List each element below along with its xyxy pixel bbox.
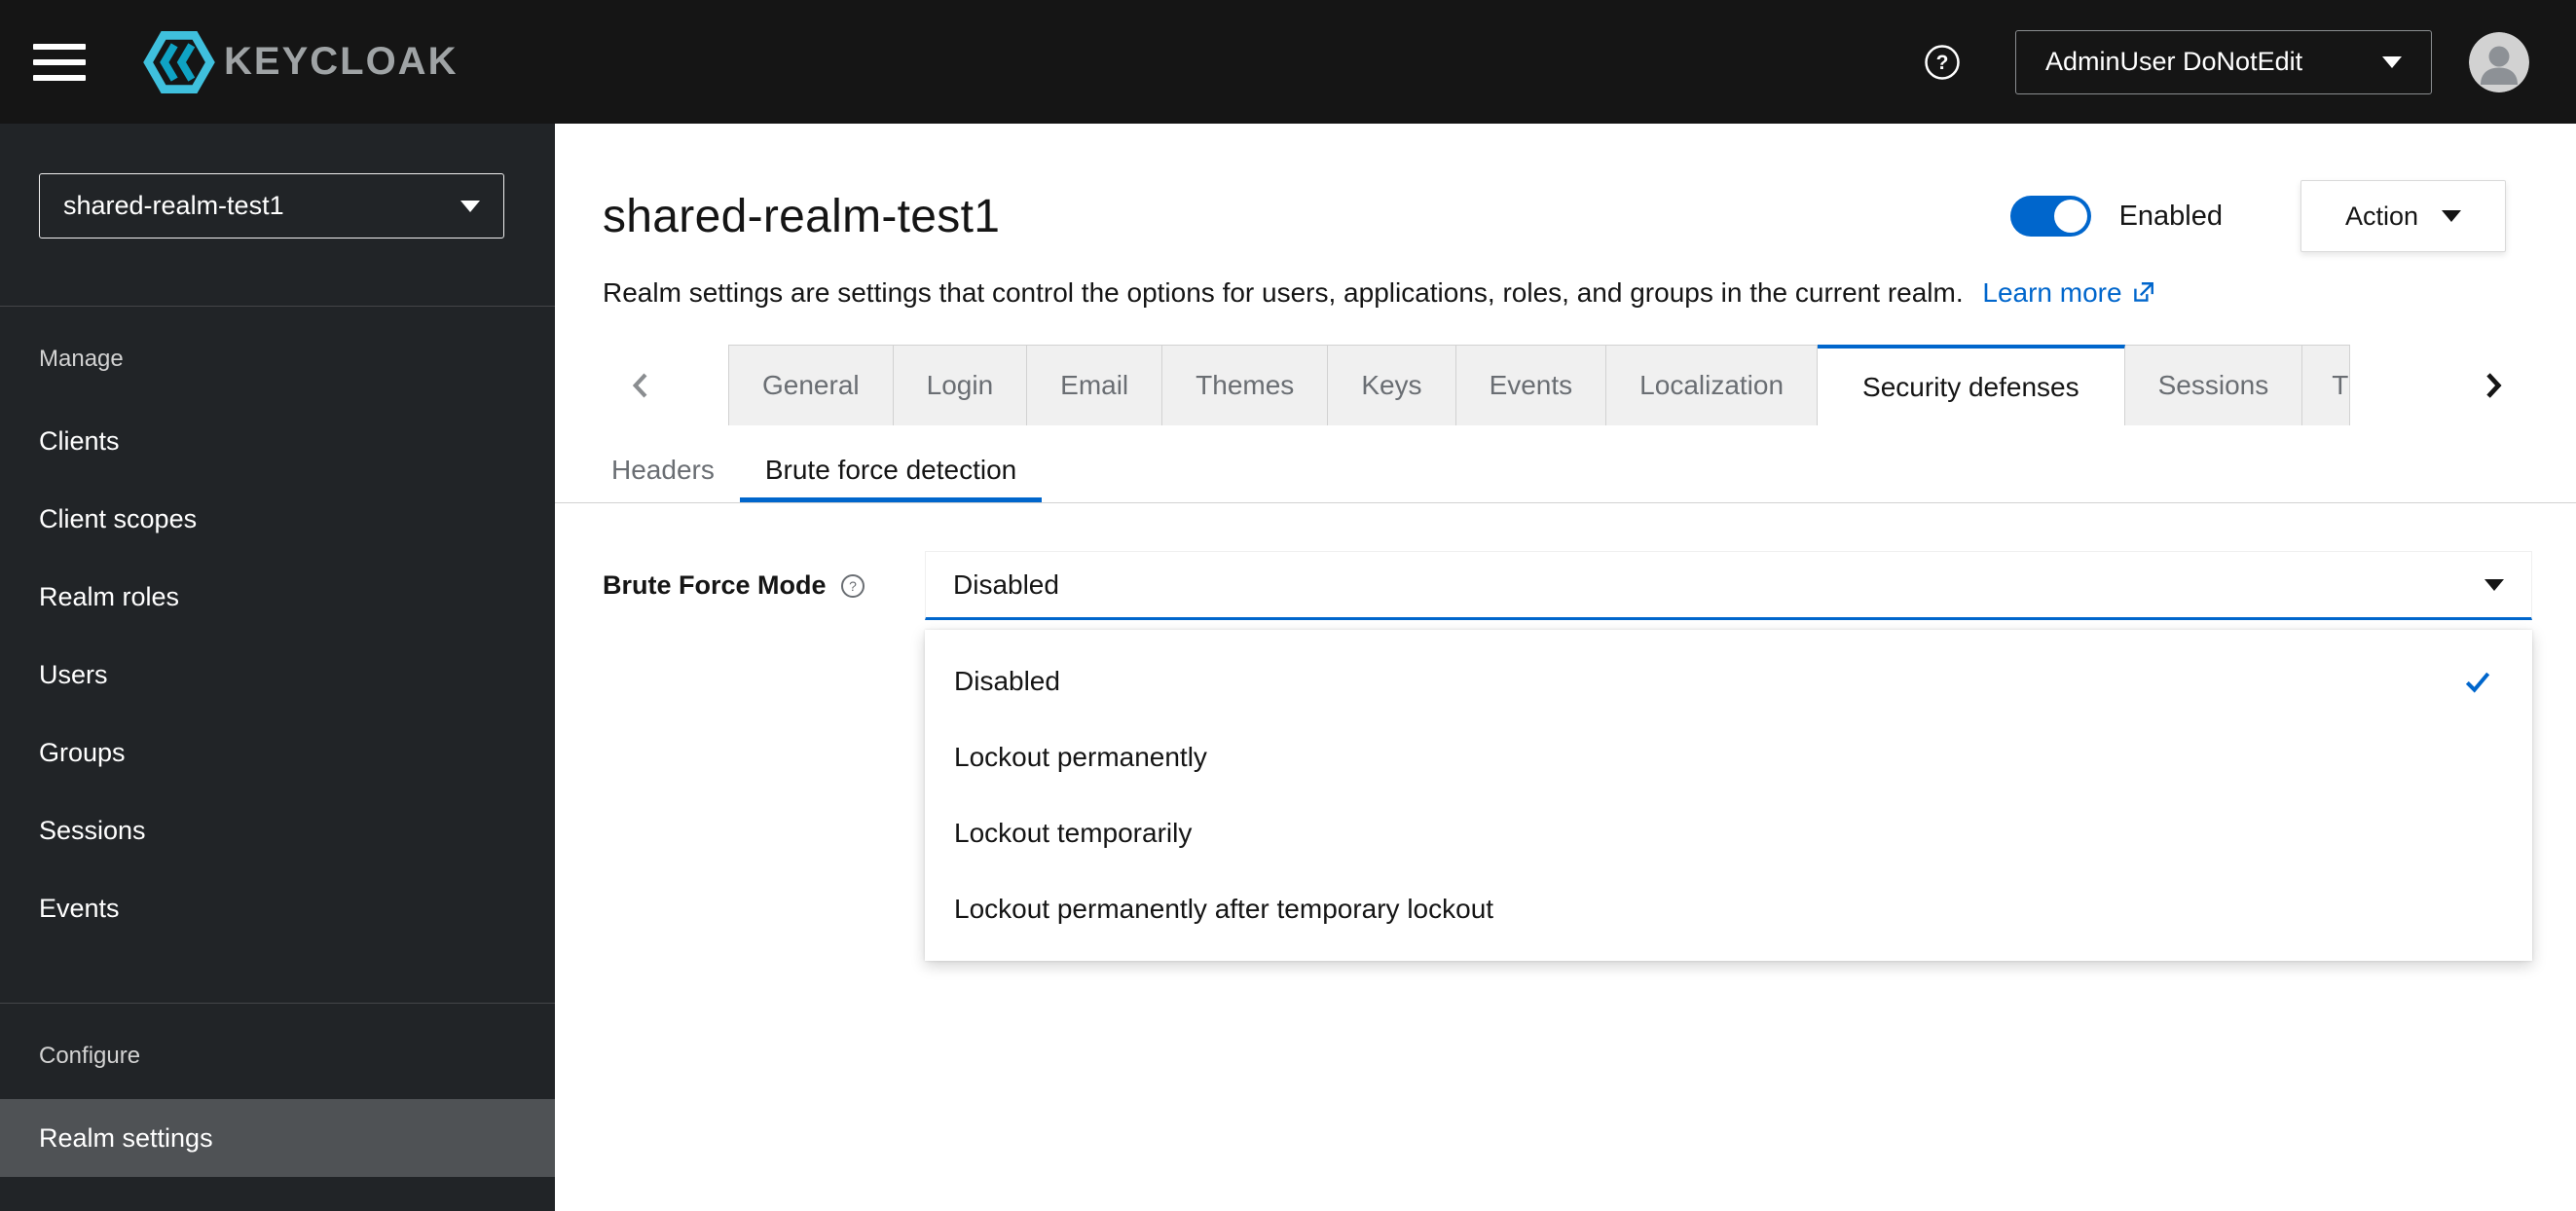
sidebar-item-events[interactable]: Events [0, 869, 555, 947]
user-menu-label: AdminUser DoNotEdit [2045, 47, 2303, 76]
option-label: Disabled [954, 666, 1060, 696]
caret-down-icon [2382, 55, 2402, 68]
tab-email[interactable]: Email [1027, 345, 1163, 425]
tab-scroll-right-button[interactable] [2409, 345, 2576, 425]
option-disabled[interactable]: Disabled [925, 643, 2532, 719]
keycloak-logo-icon [142, 30, 216, 93]
main-content: shared-realm-test1 Enabled Action Realm … [555, 124, 2576, 1211]
tab-scroll-left-button[interactable] [555, 345, 728, 425]
hamburger-icon [33, 74, 86, 81]
app-body: shared-realm-test1 Manage Clients Client… [0, 124, 2576, 1211]
tab-events[interactable]: Events [1455, 345, 1607, 425]
help-button[interactable]: ? [1924, 44, 1961, 81]
brute-force-form: Brute Force Mode ? Disabled Disabled Loc… [555, 503, 2576, 961]
brute-force-mode-select[interactable]: Disabled [925, 551, 2532, 620]
realm-selector[interactable]: shared-realm-test1 [39, 173, 504, 239]
tab-sessions[interactable]: Sessions [2124, 345, 2303, 425]
user-avatar-icon [2469, 31, 2529, 92]
svg-text:?: ? [849, 578, 857, 594]
question-circle-icon: ? [840, 573, 865, 598]
tab-login[interactable]: Login [893, 345, 1028, 425]
enabled-toggle[interactable] [2009, 196, 2091, 237]
enabled-toggle-label: Enabled [2118, 200, 2223, 232]
option-label: Lockout temporarily [954, 818, 1193, 848]
security-defenses-subtabs: Headers Brute force detection [555, 442, 2576, 503]
sidebar-item-users[interactable]: Users [0, 636, 555, 714]
toggle-knob-icon [2053, 200, 2087, 233]
sidebar-item-realm-roles[interactable]: Realm roles [0, 558, 555, 636]
select-value: Disabled [953, 569, 1059, 600]
field-help-button[interactable]: ? [840, 573, 865, 599]
brand-wordmark: KEYCLOAK [224, 40, 459, 83]
caret-down-icon [460, 200, 480, 212]
sidebar-item-realm-settings[interactable]: Realm settings [0, 1099, 555, 1177]
sidebar-item-sessions[interactable]: Sessions [0, 791, 555, 869]
page-header: shared-realm-test1 Enabled Action [555, 124, 2576, 252]
nav-section-configure: Configure [39, 1043, 141, 1069]
tab-localization[interactable]: Localization [1606, 345, 1819, 425]
page-description: Realm settings are settings that control… [555, 252, 2576, 309]
user-menu-button[interactable]: AdminUser DoNotEdit [2015, 29, 2432, 94]
learn-more-label: Learn more [1982, 277, 2122, 308]
caret-down-icon [2484, 578, 2504, 591]
subtab-headers[interactable]: Headers [586, 442, 740, 502]
sidebar-item-client-scopes[interactable]: Client scopes [0, 480, 555, 558]
chevron-left-icon [632, 373, 647, 397]
subtab-brute-force-detection[interactable]: Brute force detection [739, 442, 1043, 502]
sidebar-item-clients[interactable]: Clients [0, 402, 555, 480]
tab-general[interactable]: General [728, 345, 894, 425]
brute-force-mode-select-wrap: Disabled Disabled Lockout permanently Lo… [925, 551, 2532, 961]
check-icon [2465, 672, 2490, 693]
option-label: Lockout permanently after temporary lock… [954, 894, 1494, 924]
nav-section-manage: Manage [39, 346, 124, 372]
tab-list: General Login Email Themes Keys Events L… [728, 345, 2409, 425]
tab-themes[interactable]: Themes [1162, 345, 1329, 425]
realm-settings-tabs: General Login Email Themes Keys Events L… [555, 345, 2576, 425]
hamburger-icon [33, 58, 86, 65]
hamburger-icon [33, 43, 86, 50]
tab-tokens-clipped[interactable]: T [2302, 345, 2351, 425]
tab-security-defenses[interactable]: Security defenses [1818, 345, 2125, 425]
masthead-right: ? AdminUser DoNotEdit [1924, 29, 2529, 94]
brute-force-mode-menu: Disabled Lockout permanently Lockout tem… [925, 630, 2532, 961]
chevron-right-icon [2486, 372, 2502, 398]
brand: KEYCLOAK [142, 30, 459, 93]
brute-force-mode-label: Brute Force Mode [603, 570, 827, 600]
external-link-icon [2133, 282, 2153, 302]
manage-nav-list: Clients Client scopes Realm roles Users … [0, 402, 555, 947]
page-header-controls: Enabled Action [2009, 180, 2506, 252]
sidebar: shared-realm-test1 Manage Clients Client… [0, 124, 555, 1211]
svg-text:?: ? [1936, 52, 1949, 74]
field-label-group: Brute Force Mode ? [603, 551, 925, 620]
tab-keys[interactable]: Keys [1328, 345, 1456, 425]
action-dropdown-button[interactable]: Action [2300, 180, 2506, 252]
page-description-text: Realm settings are settings that control… [603, 277, 1964, 308]
keycloak-admin-console: KEYCLOAK ? AdminUser DoNotEdit shared-re… [0, 0, 2576, 1211]
option-lockout-permanently-after-temporary-lockout[interactable]: Lockout permanently after temporary lock… [925, 871, 2532, 947]
sidebar-item-groups[interactable]: Groups [0, 714, 555, 791]
page-title: shared-realm-test1 [603, 190, 1001, 242]
avatar[interactable] [2469, 31, 2529, 92]
action-dropdown-label: Action [2344, 201, 2419, 231]
option-label: Lockout permanently [954, 742, 1207, 772]
learn-more-link[interactable]: Learn more [1982, 277, 2154, 309]
caret-down-icon [2442, 210, 2462, 222]
nav-toggle-button[interactable] [33, 40, 86, 85]
masthead: KEYCLOAK ? AdminUser DoNotEdit [0, 0, 2576, 124]
option-lockout-temporarily[interactable]: Lockout temporarily [925, 795, 2532, 871]
option-lockout-permanently[interactable]: Lockout permanently [925, 719, 2532, 795]
help-icon: ? [1925, 44, 1960, 80]
realm-selector-value: shared-realm-test1 [63, 191, 284, 220]
configure-nav-list: Realm settings [0, 1099, 555, 1177]
